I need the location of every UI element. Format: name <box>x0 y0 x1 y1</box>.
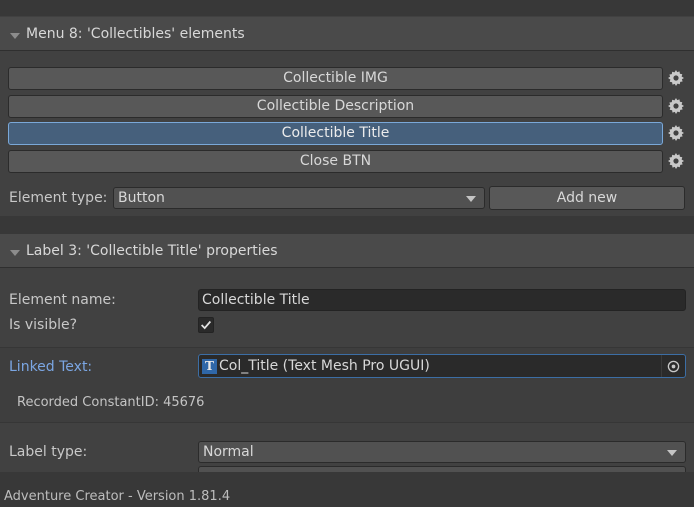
dropdown-arrow-icon <box>667 450 677 456</box>
object-picker-icon[interactable] <box>661 355 685 377</box>
is-visible-label: Is visible? <box>9 317 78 333</box>
label-type-label: Label type: <box>9 444 88 460</box>
element-name-field[interactable]: Collectible Title <box>198 289 686 311</box>
next-field-partial <box>198 466 686 472</box>
element-row-collectible-description: Collectible Description <box>8 94 684 118</box>
element-row-collectible-img: Collectible IMG <box>8 66 684 90</box>
is-visible-checkbox[interactable] <box>198 317 214 333</box>
element-type-label: Element type: <box>9 190 108 206</box>
element-row-collectible-title: Collectible Title <box>8 121 684 145</box>
menu-section-header[interactable]: Menu 8: 'Collectibles' elements <box>0 17 694 51</box>
element-type-dropdown[interactable]: Button <box>113 187 485 209</box>
gear-icon[interactable] <box>668 70 684 86</box>
text-mesh-pro-icon: T <box>202 358 217 374</box>
linked-text-object-field[interactable]: T Col_Title (Text Mesh Pro UGUI) <box>198 354 686 378</box>
linked-text-label[interactable]: Linked Text: <box>9 359 92 375</box>
element-button-close-btn[interactable]: Close BTN <box>8 149 663 173</box>
gear-icon[interactable] <box>668 98 684 114</box>
element-type-value: Button <box>118 190 165 206</box>
recorded-constant-id: Recorded ConstantID: 45676 <box>17 395 205 410</box>
dropdown-arrow-icon <box>466 196 476 202</box>
label-type-value: Normal <box>203 444 254 460</box>
element-name-label: Element name: <box>9 292 116 308</box>
label-type-dropdown[interactable]: Normal <box>198 441 686 463</box>
gear-icon[interactable] <box>668 125 684 141</box>
element-button-collectible-title[interactable]: Collectible Title <box>8 121 663 145</box>
version-footer: Adventure Creator - Version 1.81.4 <box>4 489 231 504</box>
properties-section-header[interactable]: Label 3: 'Collectible Title' properties <box>0 234 694 268</box>
element-row-close-btn: Close BTN <box>8 149 684 173</box>
element-button-collectible-description[interactable]: Collectible Description <box>8 94 663 118</box>
foldout-arrow-icon[interactable] <box>10 29 20 39</box>
checkmark-icon <box>201 320 212 330</box>
foldout-arrow-icon[interactable] <box>10 246 20 256</box>
properties-section-title: Label 3: 'Collectible Title' properties <box>26 242 278 259</box>
menu-section-title: Menu 8: 'Collectibles' elements <box>26 25 245 42</box>
linked-text-value: Col_Title (Text Mesh Pro UGUI) <box>219 358 430 374</box>
gear-icon[interactable] <box>668 153 684 169</box>
add-new-button[interactable]: Add new <box>489 186 685 210</box>
element-button-collectible-img[interactable]: Collectible IMG <box>8 66 663 90</box>
